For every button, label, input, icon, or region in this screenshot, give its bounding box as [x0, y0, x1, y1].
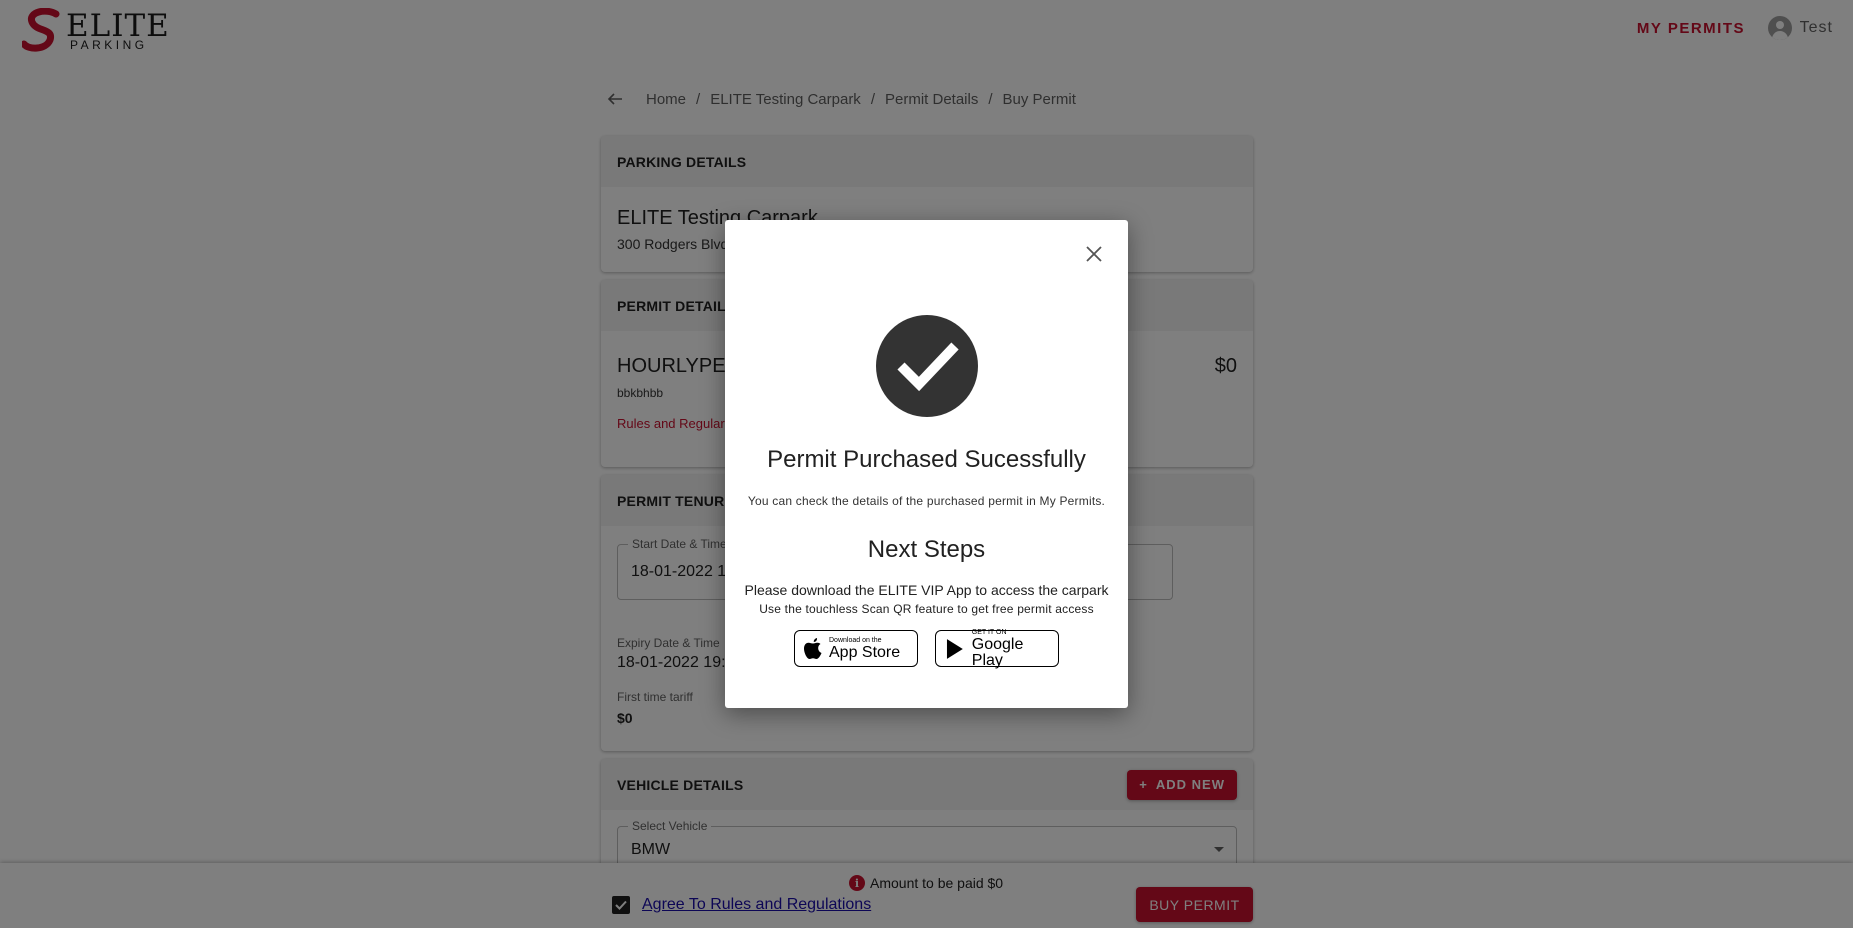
next-steps-title: Next Steps: [867, 536, 986, 563]
close-icon[interactable]: [1082, 242, 1106, 266]
store-badges: Download on the App Store GET IT ON Goog…: [794, 628, 1059, 669]
google-play-icon: [946, 638, 963, 659]
success-check-icon: [876, 315, 978, 417]
google-play-big-text: Google Play: [971, 635, 1024, 669]
google-play-badge[interactable]: GET IT ON Google Play: [935, 628, 1059, 669]
app-store-small-text: Download on the: [829, 636, 882, 644]
app-store-big-text: App Store: [829, 643, 901, 661]
download-instruction: Please download the ELITE VIP App to acc…: [744, 582, 1109, 598]
dialog-subtitle: You can check the details of the purchas…: [747, 494, 1106, 508]
apple-icon: [804, 637, 822, 659]
qr-instruction: Use the touchless Scan QR feature to get…: [759, 602, 1094, 616]
google-play-small-text: GET IT ON: [971, 628, 1007, 636]
purchase-success-dialog: Permit Purchased Sucessfully You can che…: [725, 220, 1128, 708]
app-store-badge[interactable]: Download on the App Store: [794, 630, 918, 667]
dialog-title: Permit Purchased Sucessfully: [767, 446, 1086, 473]
